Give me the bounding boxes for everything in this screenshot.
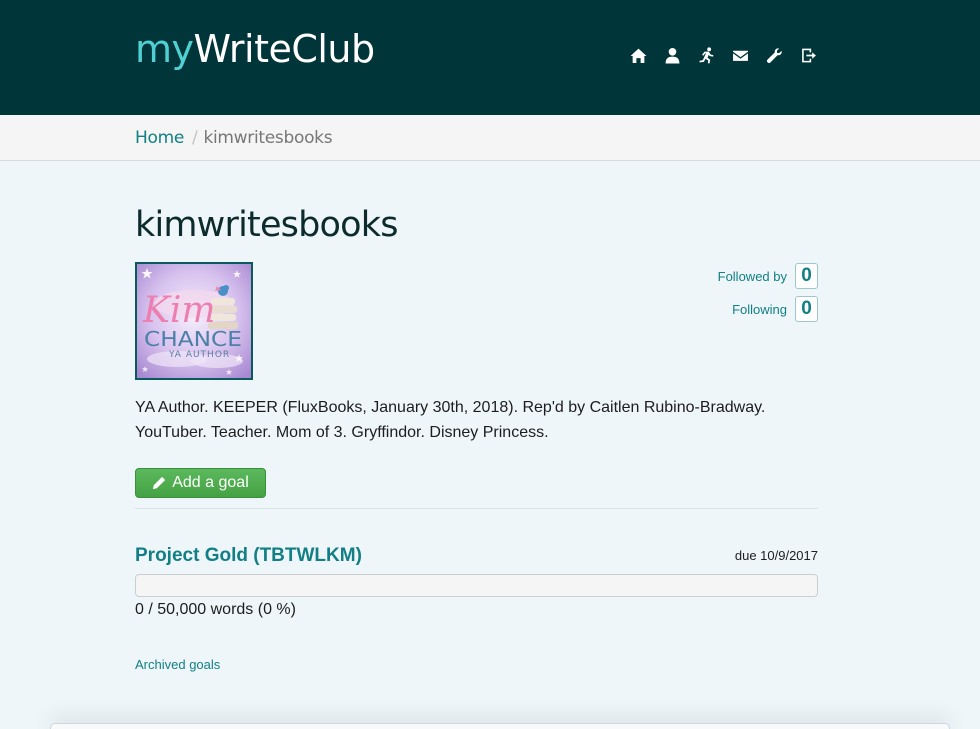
following-label: Following [732, 301, 787, 317]
home-icon[interactable] [628, 45, 648, 65]
followed-by-label: Followed by [717, 268, 787, 284]
pencil-icon [153, 476, 166, 490]
goal-due-date: due 10/9/2017 [734, 548, 818, 563]
running-icon[interactable] [696, 45, 716, 65]
user-icon[interactable] [662, 45, 682, 65]
nav-icons [628, 44, 818, 66]
brand-name: WriteClub [193, 27, 376, 71]
mail-icon[interactable] [730, 45, 750, 65]
goal-progress-bar [135, 574, 818, 597]
add-goal-button[interactable]: Add a goal [135, 468, 266, 498]
following-count[interactable]: 0 [795, 296, 818, 322]
svg-text:Kim: Kim [142, 290, 216, 331]
following-row: Following 0 [732, 296, 818, 322]
breadcrumb-bar: Home / kimwritesbooks [0, 115, 980, 161]
svg-text:CHANCE: CHANCE [144, 327, 242, 351]
followed-by-row: Followed by 0 [718, 263, 818, 289]
add-goal-label: Add a goal [172, 474, 249, 491]
bottom-panel [50, 723, 950, 729]
breadcrumb-home-link[interactable]: Home [135, 128, 184, 148]
svg-text:YA AUTHOR: YA AUTHOR [168, 350, 230, 360]
goal-word-count: 0 / 50,000 words (0 %) [135, 601, 296, 618]
brand-my: my [135, 27, 194, 71]
brand-logo[interactable]: myWriteClub [135, 26, 375, 72]
archived-goals-link[interactable]: Archived goals [135, 657, 220, 672]
goal-title-link[interactable]: Project Gold (TBTWLKM) [135, 545, 362, 567]
sign-out-icon[interactable] [798, 45, 818, 65]
breadcrumb: Home / kimwritesbooks [135, 128, 333, 148]
avatar-image: Kim CHANCE YA AUTHOR [137, 264, 251, 378]
breadcrumb-current: kimwritesbooks [203, 128, 333, 148]
followed-by-count[interactable]: 0 [795, 263, 818, 289]
breadcrumb-separator: / [192, 128, 198, 148]
wrench-icon[interactable] [764, 45, 784, 65]
top-navbar: myWriteClub [0, 0, 980, 115]
page-title: kimwritesbooks [135, 205, 398, 245]
avatar: Kim CHANCE YA AUTHOR [135, 262, 253, 380]
profile-bio: YA Author. KEEPER (FluxBooks, January 30… [135, 395, 835, 445]
divider [135, 508, 818, 509]
bio-line: YA Author. KEEPER (FluxBooks, January 30… [135, 399, 766, 416]
bio-line: YouTuber. Teacher. Mom of 3. Gryffindor.… [135, 424, 549, 441]
